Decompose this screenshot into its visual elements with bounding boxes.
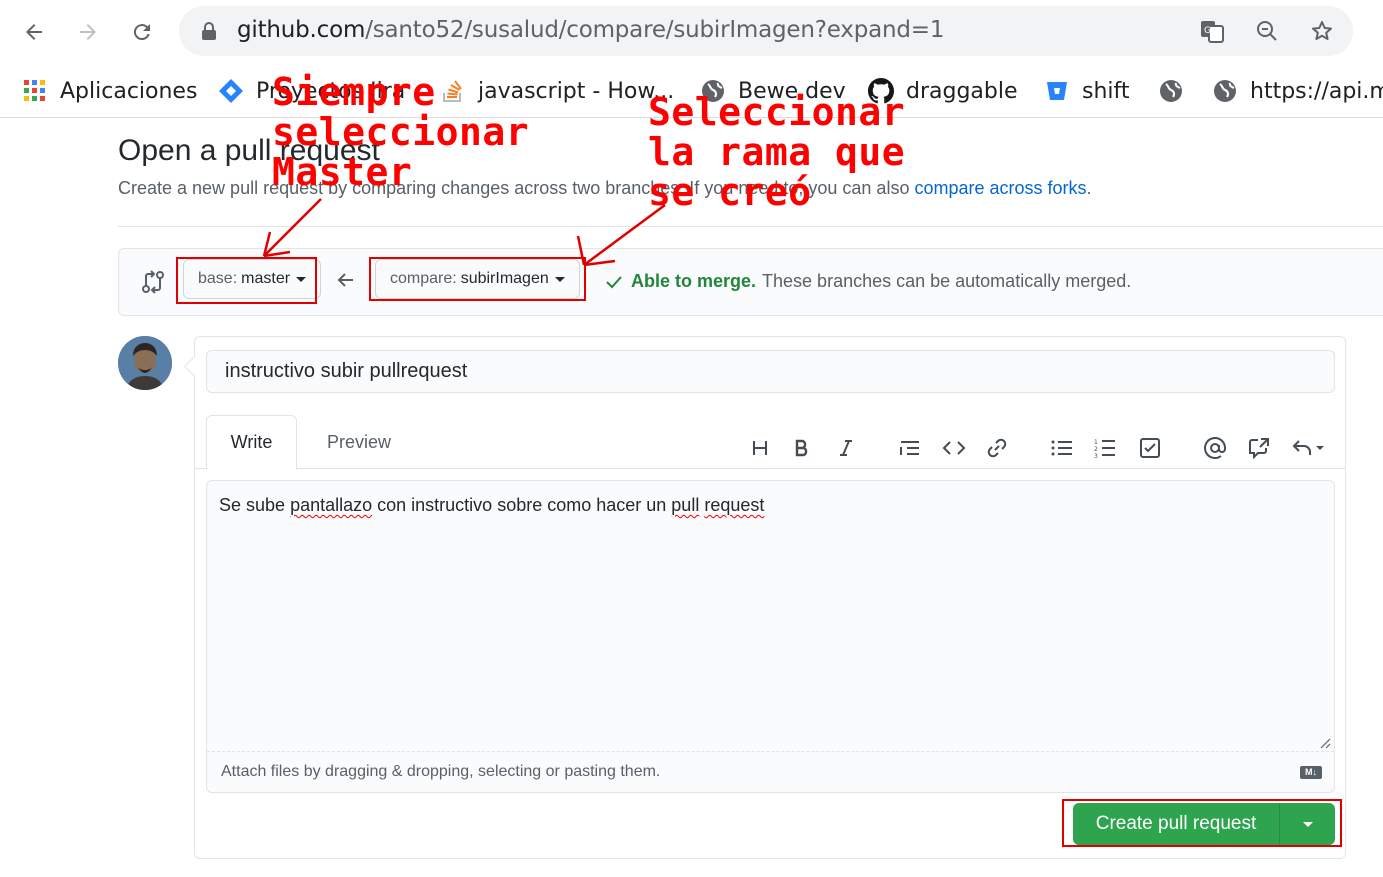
apps-grid-icon xyxy=(22,78,48,104)
globe-icon xyxy=(1158,78,1184,104)
bookmark-label: Aplicaciones xyxy=(60,78,198,104)
misspelled-word: pull xyxy=(671,495,700,515)
markdown-icon[interactable]: M↓ xyxy=(1300,766,1322,779)
merge-status: Able to merge. These branches can be auto… xyxy=(605,271,1131,292)
bookmark-label: shift xyxy=(1082,78,1130,104)
svg-text:3: 3 xyxy=(1094,453,1098,458)
compare-forks-link[interactable]: compare across forks xyxy=(914,178,1086,198)
forward-arrow-icon xyxy=(80,24,96,40)
quote-icon[interactable] xyxy=(895,433,925,463)
url-text[interactable]: github.com/santo52/susalud/compare/subir… xyxy=(237,17,944,43)
bookmark-shift[interactable]: shift xyxy=(1044,74,1130,108)
page-subhead: Create a new pull request by comparing c… xyxy=(118,178,1092,199)
svg-text:1: 1 xyxy=(1094,439,1098,446)
ordered-list-icon[interactable]: 123 xyxy=(1090,433,1120,463)
globe-icon xyxy=(1212,78,1238,104)
misspelled-word: request xyxy=(704,495,765,515)
zoom-icon[interactable] xyxy=(1252,16,1282,46)
annotation-box-create xyxy=(1062,799,1342,847)
annotation-box-compare xyxy=(369,257,586,301)
svg-text:2: 2 xyxy=(1094,446,1098,453)
editor-tabs: Write Preview 123 xyxy=(195,413,1345,470)
git-compare-icon xyxy=(142,270,164,294)
translate-icon[interactable]: G xyxy=(1197,16,1227,46)
annotation-box-base xyxy=(176,257,317,304)
annotation-note-branch: Seleccionar la rama que se creó xyxy=(648,90,906,214)
bookmark-apps[interactable]: Aplicaciones xyxy=(22,74,197,108)
mention-icon[interactable] xyxy=(1200,433,1230,463)
bold-icon[interactable] xyxy=(787,433,817,463)
svg-text:G: G xyxy=(1204,26,1211,36)
misspelled-word: pantallazo xyxy=(290,495,373,515)
body-text-part: con instructivo sobre como hacer un xyxy=(372,495,672,515)
heading-icon[interactable] xyxy=(745,433,775,463)
code-icon[interactable] xyxy=(939,433,969,463)
address-bar[interactable]: github.com/santo52/susalud/compare/subir… xyxy=(179,6,1353,56)
body-text-part: Se sube xyxy=(219,495,291,515)
bookmark-label: draggable xyxy=(906,78,1018,104)
merge-status-text: These branches can be automatically merg… xyxy=(762,271,1132,291)
bookmark-globe[interactable] xyxy=(1158,74,1196,108)
attach-hint-text: Attach files by dragging & dropping, sel… xyxy=(221,763,661,780)
bookmark-label: https://api.m xyxy=(1250,78,1383,104)
unordered-list-icon[interactable] xyxy=(1047,433,1077,463)
bookmark-star-icon[interactable] xyxy=(1307,16,1337,46)
check-icon xyxy=(606,275,622,288)
jira-icon xyxy=(218,78,244,104)
tab-preview[interactable]: Preview xyxy=(307,415,411,470)
reload-button[interactable] xyxy=(122,12,162,52)
link-icon[interactable] xyxy=(982,433,1012,463)
arrow-left-icon xyxy=(337,273,353,287)
annotation-note-master: Siempre seleccionar Master xyxy=(272,70,530,194)
back-arrow-icon xyxy=(26,24,42,40)
forward-button[interactable] xyxy=(68,12,108,52)
back-button[interactable] xyxy=(14,12,54,52)
bitbucket-icon xyxy=(1044,78,1070,104)
avatar[interactable] xyxy=(118,336,172,390)
merge-ok-label: Able to merge. xyxy=(631,271,757,291)
lock-icon xyxy=(202,22,216,40)
subhead-suffix: . xyxy=(1086,178,1092,198)
saved-replies-icon[interactable] xyxy=(1289,433,1329,463)
divider xyxy=(118,226,1383,227)
tab-write[interactable]: Write xyxy=(206,415,297,470)
pr-title-input[interactable] xyxy=(206,350,1335,393)
task-list-icon[interactable] xyxy=(1135,433,1165,463)
attach-files-hint[interactable]: Attach files by dragging & dropping, sel… xyxy=(207,751,1334,792)
pr-body-text[interactable]: Se sube pantallazo con instructivo sobre… xyxy=(219,495,764,516)
pull-request-form: Write Preview 123 xyxy=(194,336,1346,859)
resize-handle-icon[interactable] xyxy=(1319,737,1331,749)
pr-body-textarea[interactable]: Se sube pantallazo con instructivo sobre… xyxy=(206,480,1335,793)
italic-icon[interactable] xyxy=(831,433,861,463)
bookmark-api[interactable]: https://api.m xyxy=(1212,74,1383,108)
cross-reference-icon[interactable] xyxy=(1244,433,1274,463)
browser-toolbar: github.com/santo52/susalud/compare/subir… xyxy=(0,0,1383,64)
reload-icon xyxy=(133,24,150,41)
